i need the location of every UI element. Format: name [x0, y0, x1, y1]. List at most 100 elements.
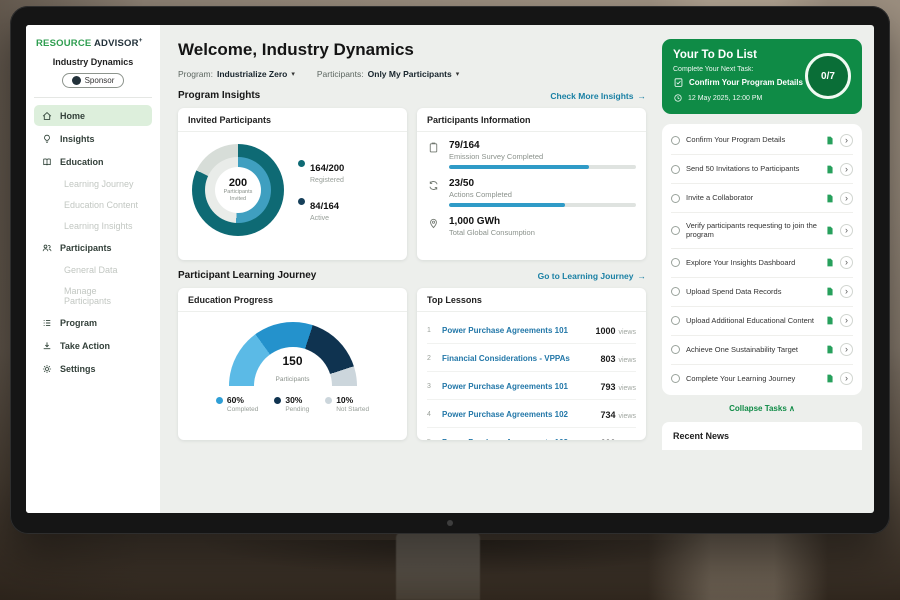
- task-checkbox[interactable]: [671, 316, 680, 325]
- education-progress-card: Education Progress 150 Participants: [178, 288, 407, 440]
- invited-donut-center: 200 Participants Invited: [215, 167, 261, 213]
- settings-icon: [41, 363, 53, 375]
- sidebar-item-education[interactable]: Education: [34, 151, 152, 172]
- sidebar-item-home[interactable]: Home: [34, 105, 152, 126]
- program-filter-value: Industrialize Zero: [217, 69, 287, 79]
- sponsor-label: Sponsor: [85, 76, 115, 85]
- chevron-right-icon[interactable]: ›: [840, 372, 853, 385]
- chevron-down-icon: ▾: [291, 70, 295, 78]
- sidebar-item-settings[interactable]: Settings: [34, 358, 152, 379]
- check-more-insights-link[interactable]: Check More Insights →: [550, 91, 646, 101]
- todo-task-row[interactable]: Verify participants requesting to join t…: [671, 213, 853, 249]
- lesson-row: 1 Power Purchase Agreements 101 1000view…: [427, 316, 636, 344]
- todo-task-row[interactable]: Complete Your Learning Journey ›: [671, 365, 853, 393]
- sponsor-badge: Sponsor: [62, 73, 125, 88]
- task-checkbox[interactable]: [671, 165, 680, 174]
- go-to-learning-journey-link[interactable]: Go to Learning Journey →: [538, 271, 646, 281]
- lesson-link[interactable]: Power Purchase Agreements 101: [442, 326, 588, 335]
- todo-progress-badge: 0/7: [805, 53, 851, 99]
- chevron-right-icon[interactable]: ›: [840, 192, 853, 205]
- participants-information-card: Participants Information 79/164 Emission…: [417, 108, 646, 260]
- todo-task-row[interactable]: Upload Additional Educational Content ›: [671, 307, 853, 336]
- task-checkbox[interactable]: [671, 374, 680, 383]
- task-checkbox[interactable]: [671, 258, 680, 267]
- todo-task-row[interactable]: Send 50 Invitations to Participants ›: [671, 155, 853, 184]
- todo-task-row[interactable]: Explore Your Insights Dashboard ›: [671, 249, 853, 278]
- invited-participants-card-title: Invited Participants: [178, 108, 407, 132]
- stat-emission-survey: 79/164 Emission Survey Completed: [427, 140, 636, 169]
- home-icon: [41, 110, 53, 122]
- top-lessons-card: Top Lessons 1 Power Purchase Agreements …: [417, 288, 646, 440]
- lesson-row: 3 Power Purchase Agreements 101 793views: [427, 372, 636, 400]
- chevron-right-icon[interactable]: ›: [840, 224, 853, 237]
- todo-panel: Your To Do List Complete Your Next Task:…: [660, 25, 874, 513]
- sidebar-item-participants[interactable]: Participants: [34, 237, 152, 258]
- monitor-stand: [396, 532, 480, 600]
- legend-dot-pending: [274, 397, 281, 404]
- program-filter-dropdown[interactable]: Program: Industrialize Zero ▾: [178, 69, 295, 79]
- lesson-row: 2 Financial Considerations - VPPAs 803vi…: [427, 344, 636, 372]
- sidebar-item-manage-participants[interactable]: Manage Participants: [34, 281, 152, 310]
- legend-dot-active: [298, 198, 305, 205]
- learning-journey-header: Participant Learning Journey Go to Learn…: [178, 270, 646, 281]
- chevron-right-icon[interactable]: ›: [840, 314, 853, 327]
- invited-donut-legend: 164/200 Registered 84/164 Active: [298, 158, 344, 222]
- todo-task-row[interactable]: Confirm Your Program Details ›: [671, 126, 853, 155]
- document-icon: [826, 287, 834, 296]
- task-checkbox[interactable]: [671, 287, 680, 296]
- chevron-right-icon[interactable]: ›: [840, 163, 853, 176]
- todo-task-list: Confirm Your Program Details › Send 50 I…: [662, 124, 862, 395]
- sidebar-item-insights[interactable]: Insights: [34, 128, 152, 149]
- sync-arrows-icon: [427, 178, 441, 207]
- task-checkbox[interactable]: [671, 345, 680, 354]
- sidebar-item-program[interactable]: Program: [34, 312, 152, 333]
- task-checkbox[interactable]: [671, 194, 680, 203]
- legend-registered: 164/200 Registered: [298, 158, 344, 184]
- sidebar-item-education-content[interactable]: Education Content: [34, 195, 152, 214]
- learning-journey-cards: Education Progress 150 Participants: [178, 288, 646, 440]
- legend-dot-completed: [216, 397, 223, 404]
- sidebar-item-general-data[interactable]: General Data: [34, 260, 152, 279]
- chevron-right-icon[interactable]: ›: [840, 285, 853, 298]
- legend-pending: 30% Pending: [274, 395, 309, 413]
- todo-task-row[interactable]: Invite a Collaborator ›: [671, 184, 853, 213]
- lesson-link[interactable]: Power Purchase Agreements 102: [442, 410, 593, 419]
- take-action-icon: [41, 340, 53, 352]
- monitor: RESOURCE ADVISOR+ Industry Dynamics Spon…: [10, 6, 890, 534]
- document-icon: [826, 194, 834, 203]
- lesson-link[interactable]: Financial Considerations - VPPAs: [442, 354, 593, 363]
- sponsor-icon: [72, 76, 81, 85]
- todo-next-task: Confirm Your Program Details: [673, 77, 803, 88]
- lesson-link[interactable]: Power Purchase Agreements 101: [442, 382, 593, 391]
- document-icon: [826, 316, 834, 325]
- document-icon: [826, 226, 834, 235]
- document-icon: [826, 345, 834, 354]
- participants-filter-dropdown[interactable]: Participants: Only My Participants ▾: [317, 69, 459, 79]
- todo-task-row[interactable]: Achieve One Sustainability Target ›: [671, 336, 853, 365]
- sidebar-item-take-action[interactable]: Take Action: [34, 335, 152, 356]
- lesson-link[interactable]: Power Purchase Agreements 103: [442, 438, 593, 441]
- todo-task-row[interactable]: Upload Spend Data Records ›: [671, 278, 853, 307]
- task-checkbox[interactable]: [671, 226, 680, 235]
- education-progress-card-title: Education Progress: [178, 288, 407, 312]
- invited-participants-donut-chart: 200 Participants Invited: [192, 144, 284, 236]
- todo-summary-card: Your To Do List Complete Your Next Task:…: [662, 39, 862, 114]
- sidebar-item-learning-journey[interactable]: Learning Journey: [34, 174, 152, 193]
- legend-active: 84/164 Active: [298, 196, 344, 222]
- chevron-up-icon: ∧: [789, 404, 795, 413]
- sidebar-item-learning-insights[interactable]: Learning Insights: [34, 216, 152, 235]
- chevron-down-icon: ▾: [456, 70, 460, 78]
- recent-news-header: Recent News: [662, 422, 862, 450]
- document-icon: [826, 258, 834, 267]
- app-logo: RESOURCE ADVISOR+: [34, 35, 152, 57]
- location-pin-icon: [427, 216, 441, 237]
- task-checkbox[interactable]: [671, 136, 680, 145]
- document-icon: [826, 374, 834, 383]
- chevron-right-icon[interactable]: ›: [840, 256, 853, 269]
- program-insights-header: Program Insights Check More Insights →: [178, 90, 646, 101]
- chevron-right-icon[interactable]: ›: [840, 134, 853, 147]
- collapse-tasks-link[interactable]: Collapse Tasks ∧: [662, 404, 862, 413]
- chevron-right-icon[interactable]: ›: [840, 343, 853, 356]
- top-lessons-card-title: Top Lessons: [417, 288, 646, 312]
- learning-journey-title: Participant Learning Journey: [178, 270, 316, 281]
